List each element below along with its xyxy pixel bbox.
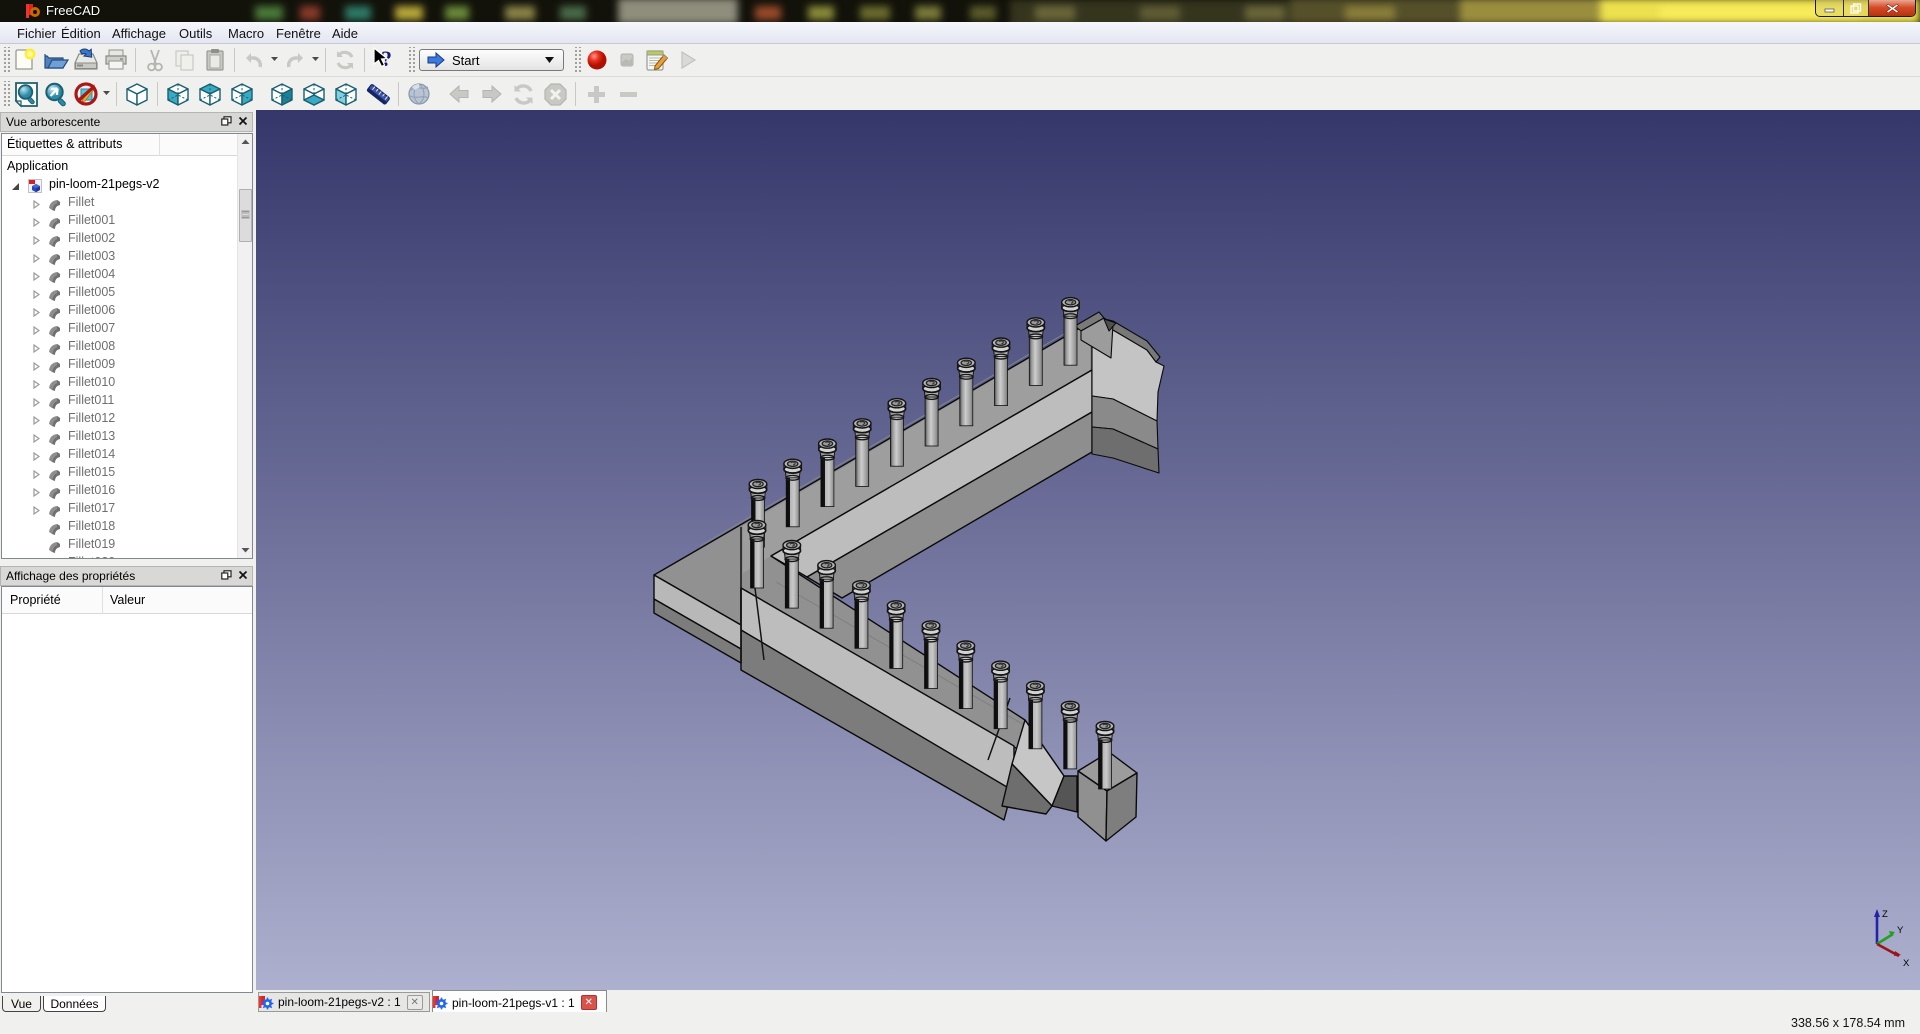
svg-text:X: X bbox=[1903, 958, 1910, 969]
svg-text:Z: Z bbox=[1882, 909, 1888, 920]
svg-text:Y: Y bbox=[1897, 925, 1904, 936]
